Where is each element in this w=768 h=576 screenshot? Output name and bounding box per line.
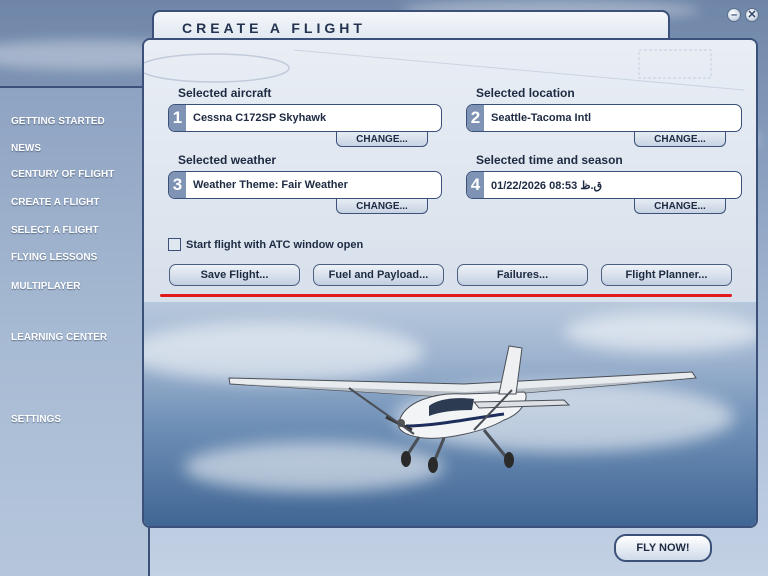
airplane-graphic <box>228 345 697 473</box>
sidebar-item-news[interactable]: NEWS <box>11 143 41 154</box>
location-field: 2 Seattle-Tacoma Intl <box>466 104 742 132</box>
sidebar-item-learning-center[interactable]: LEARNING CENTER <box>11 332 107 343</box>
change-weather-button[interactable]: CHANGE... <box>336 199 428 214</box>
time-field: 4 01/22/2026 08:53 ق.ظ <box>466 171 742 199</box>
minimize-icon[interactable]: – <box>727 8 741 22</box>
change-location-button[interactable]: CHANGE... <box>634 132 726 147</box>
location-label: Selected location <box>476 86 575 100</box>
selection-area: Selected aircraft 1 Cessna C172SP Skyhaw… <box>144 40 756 302</box>
time-label: Selected time and season <box>476 153 623 167</box>
aircraft-field: 1 Cessna C172SP Skyhawk <box>168 104 442 132</box>
sidebar-item-select-a-flight[interactable]: SELECT A FLIGHT <box>11 225 99 236</box>
change-aircraft-button[interactable]: CHANGE... <box>336 132 428 147</box>
change-time-button[interactable]: CHANGE... <box>634 199 726 214</box>
location-value: Seattle-Tacoma Intl <box>491 112 592 124</box>
aircraft-number: 1 <box>169 105 186 131</box>
create-flight-panel: Selected aircraft 1 Cessna C172SP Skyhaw… <box>142 38 758 528</box>
page-title: CREATE A FLIGHT <box>182 20 366 36</box>
weather-field: 3 Weather Theme: Fair Weather <box>168 171 442 199</box>
sidebar-item-flying-lessons[interactable]: FLYING LESSONS <box>11 252 97 263</box>
location-number: 2 <box>467 105 484 131</box>
atc-checkbox[interactable] <box>168 238 181 251</box>
atc-option[interactable]: Start flight with ATC window open <box>168 238 363 251</box>
highlight-line <box>160 294 732 297</box>
sidebar-item-settings[interactable]: SETTINGS <box>11 414 61 425</box>
sidebar-item-multiplayer[interactable]: MULTIPLAYER <box>11 281 80 292</box>
fuel-and-payload-button[interactable]: Fuel and Payload... <box>313 264 444 286</box>
atc-label: Start flight with ATC window open <box>186 238 364 251</box>
sidebar-item-century-of-flight[interactable]: CENTURY OF FLIGHT <box>11 169 114 180</box>
save-flight-button[interactable]: Save Flight... <box>169 264 300 286</box>
sidebar: GETTING STARTED NEWS CENTURY OF FLIGHT C… <box>0 86 150 576</box>
airplane-photo <box>144 302 756 526</box>
sidebar-item-create-a-flight[interactable]: CREATE A FLIGHT <box>11 197 100 208</box>
aircraft-label: Selected aircraft <box>178 86 272 100</box>
flight-planner-button[interactable]: Flight Planner... <box>601 264 732 286</box>
fly-now-button[interactable]: FLY NOW! <box>614 534 712 562</box>
sidebar-item-getting-started[interactable]: GETTING STARTED <box>11 116 105 127</box>
aircraft-value: Cessna C172SP Skyhawk <box>193 112 327 124</box>
time-number: 4 <box>467 172 484 198</box>
time-value: 01/22/2026 08:53 ق.ظ <box>491 180 603 192</box>
failures-button[interactable]: Failures... <box>457 264 588 286</box>
weather-label: Selected weather <box>178 153 277 167</box>
weather-number: 3 <box>169 172 186 198</box>
weather-value: Weather Theme: Fair Weather <box>193 179 348 191</box>
close-icon[interactable]: ✕ <box>745 8 759 22</box>
